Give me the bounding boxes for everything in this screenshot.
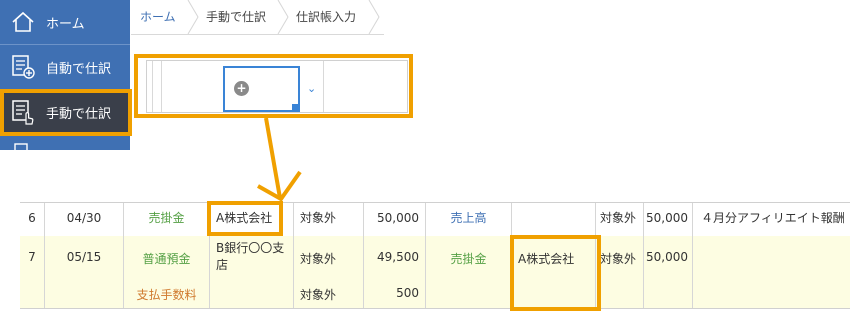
- annotation-arrow: [257, 117, 302, 202]
